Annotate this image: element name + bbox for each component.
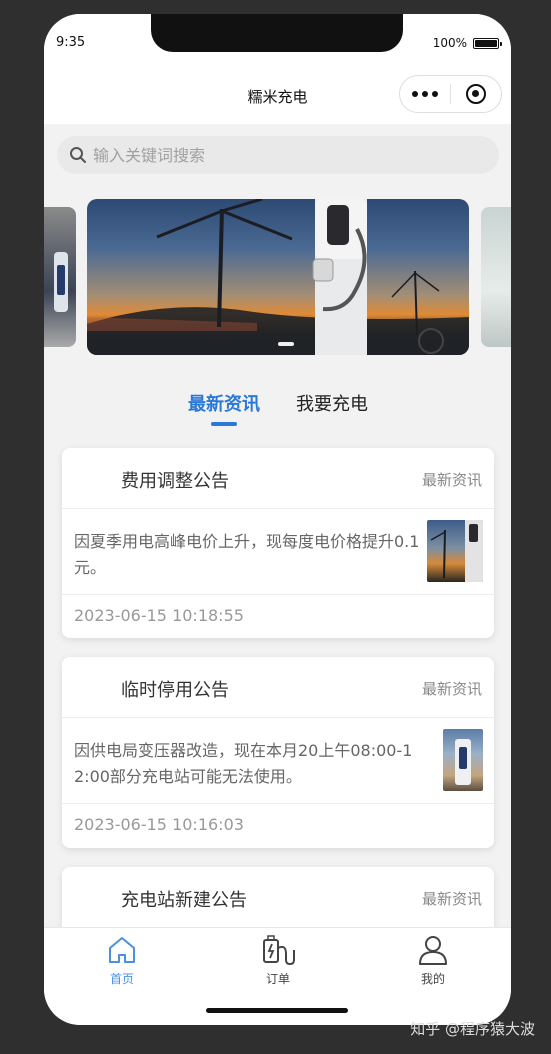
close-icon	[466, 84, 486, 104]
card-timestamp: 2023-06-15 10:16:03	[74, 815, 244, 834]
tabbar-item-order[interactable]: 订单	[238, 934, 318, 987]
card-thumbnail	[443, 729, 483, 791]
tabbar-item-home[interactable]: 首页	[82, 934, 162, 987]
card-body: 因供电局变压器改造，现在本月20上午08:00-12:00部分充电站可能无法使用…	[62, 718, 494, 804]
home-indicator	[206, 1008, 348, 1013]
user-icon	[419, 936, 447, 965]
card-text: 因夏季用电高峰电价上升，现每度电价格提升0.1元。	[74, 532, 420, 577]
battery-icon	[473, 37, 502, 49]
navbar: 糯米充电	[44, 58, 511, 124]
tabbar-label: 我的	[420, 972, 445, 986]
home-icon	[109, 937, 135, 963]
card-text: 因供电局变压器改造，现在本月20上午08:00-12:00部分充电站可能无法使用…	[74, 741, 413, 786]
tab-active-indicator	[211, 422, 237, 426]
card-header: 临时停用公告 最新资讯	[62, 657, 494, 718]
phone-frame: 9:35 100% 糯米充电 输入关键词搜索 最新资讯 我要充电 费用调整公告 …	[44, 14, 511, 1025]
banner-image[interactable]	[87, 199, 469, 355]
status-time: 9:35	[56, 35, 86, 50]
card-timestamp: 2023-06-15 10:18:55	[74, 606, 244, 625]
tabbar-item-mine[interactable]: 我的	[393, 934, 473, 987]
card-header: 充电站新建公告 最新资讯	[62, 867, 494, 928]
news-card[interactable]: 临时停用公告 最新资讯 因供电局变压器改造，现在本月20上午08:00-12:0…	[62, 657, 494, 848]
tab-charge[interactable]: 我要充电	[296, 390, 368, 416]
banner-next-slide[interactable]	[481, 207, 511, 347]
card-thumbnail	[427, 520, 483, 582]
close-button[interactable]	[451, 84, 501, 104]
card-title: 充电站新建公告	[121, 890, 247, 911]
tab-latest-news[interactable]: 最新资讯	[188, 390, 260, 416]
tabbar-label: 订单	[265, 972, 290, 986]
search-bar[interactable]	[57, 136, 499, 174]
banner-prev-slide[interactable]	[44, 207, 76, 347]
card-category: 最新资讯	[421, 680, 482, 698]
more-icon[interactable]	[400, 91, 450, 97]
card-category: 最新资讯	[421, 890, 482, 908]
notch	[151, 14, 403, 52]
status-right: 100%	[432, 36, 502, 50]
card-category: 最新资讯	[421, 471, 482, 489]
search-input[interactable]	[93, 145, 453, 165]
battery-percent: 100%	[432, 36, 467, 50]
card-title: 临时停用公告	[121, 680, 229, 701]
card-title: 费用调整公告	[121, 471, 229, 492]
search-icon	[70, 147, 86, 163]
news-card[interactable]: 费用调整公告 最新资讯 因夏季用电高峰电价上升，现每度电价格提升0.1元。 20…	[62, 448, 494, 638]
content-tabs: 最新资讯 我要充电	[44, 386, 511, 430]
watermark: 知乎 @程序猿大波	[410, 1020, 535, 1038]
banner-carousel[interactable]	[44, 199, 511, 355]
mini-program-capsule	[399, 75, 502, 113]
tabbar-label: 首页	[109, 972, 134, 986]
order-icon	[263, 935, 295, 966]
banner-indicator[interactable]	[278, 342, 294, 346]
card-header: 费用调整公告 最新资讯	[62, 448, 494, 509]
card-body: 因夏季用电高峰电价上升，现每度电价格提升0.1元。	[62, 509, 494, 595]
